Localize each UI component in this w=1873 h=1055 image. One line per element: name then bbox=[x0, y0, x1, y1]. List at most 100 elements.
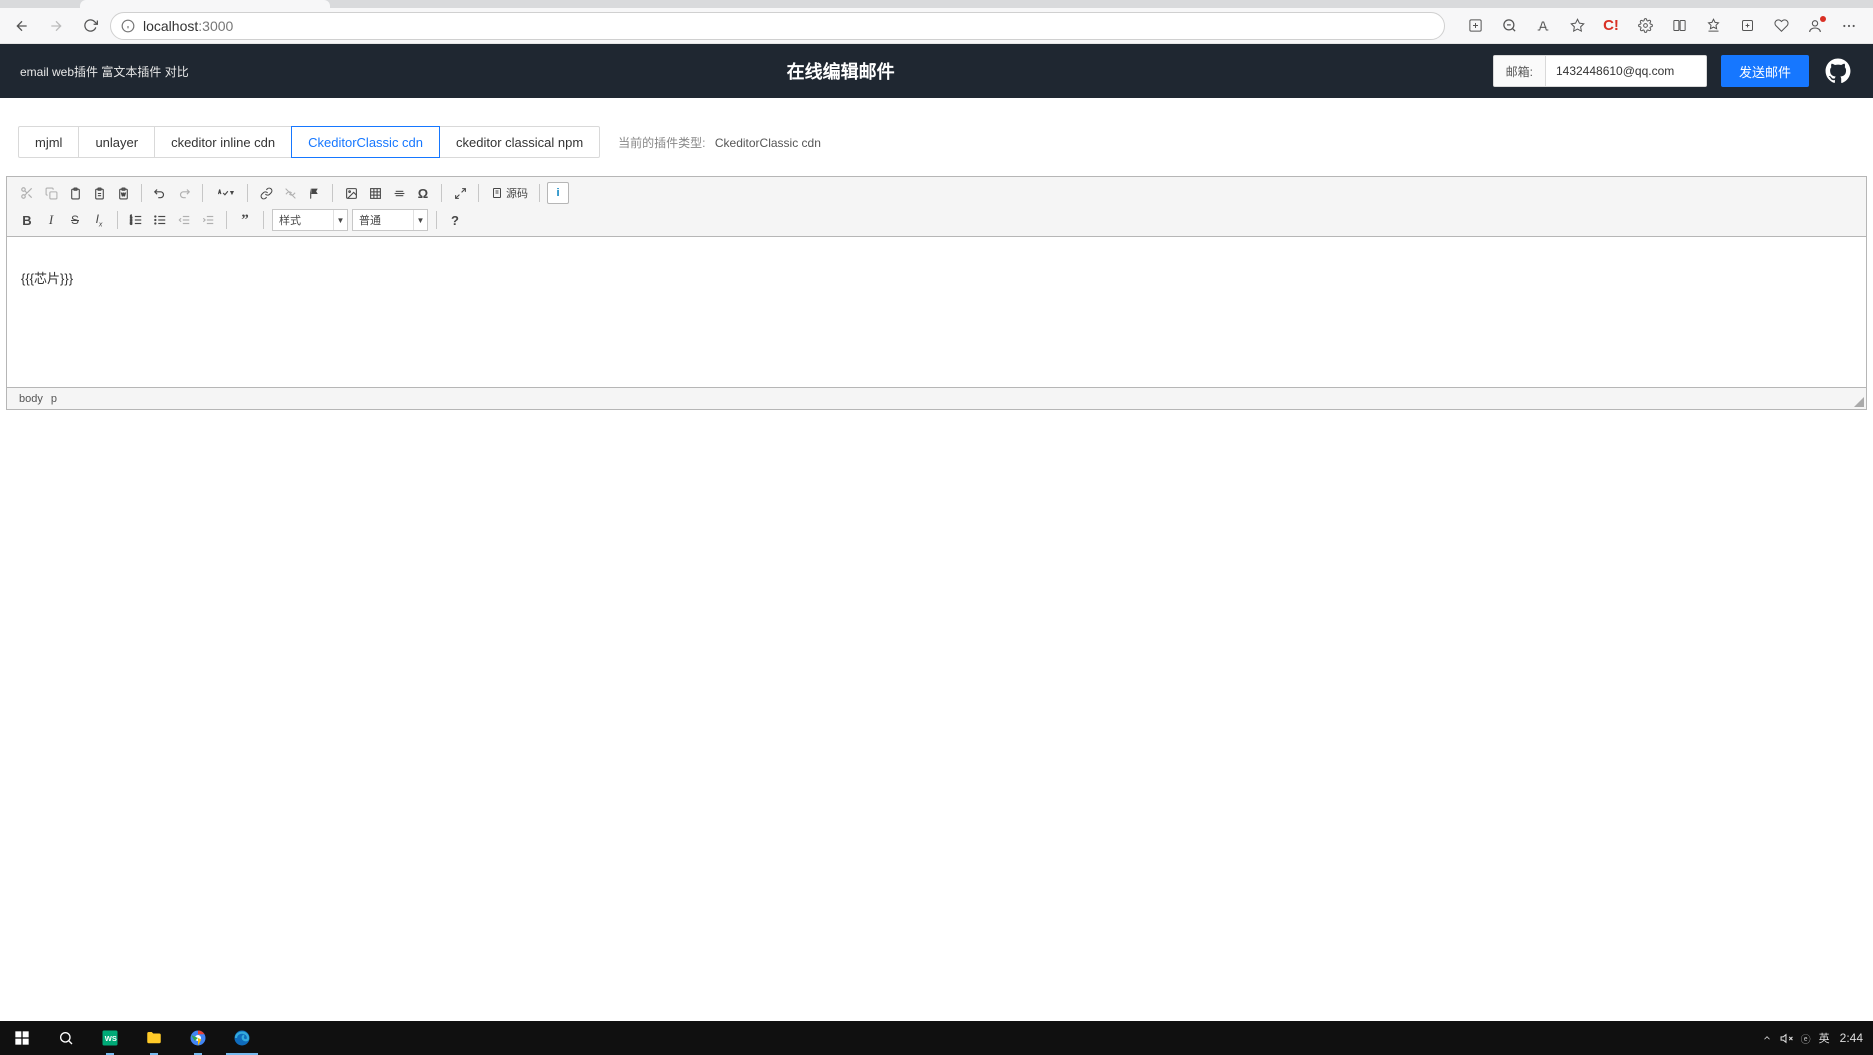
paste-text-icon[interactable] bbox=[88, 182, 110, 204]
profile-avatar-icon[interactable] bbox=[1799, 12, 1831, 40]
anchor-flag-icon[interactable] bbox=[303, 182, 325, 204]
read-aloud-icon[interactable] bbox=[1527, 12, 1559, 40]
taskbar-app-explorer[interactable] bbox=[132, 1021, 176, 1055]
content-paragraph: {{{芯片}}} bbox=[21, 268, 1852, 287]
app-header: email web插件 富文本插件 对比 在线编辑邮件 邮箱: 发送邮件 bbox=[0, 44, 1873, 98]
copy-icon bbox=[40, 182, 62, 204]
volume-muted-icon[interactable] bbox=[1780, 1032, 1793, 1045]
taskbar-clock[interactable]: 2:44 bbox=[1840, 1031, 1863, 1045]
split-screen-icon[interactable] bbox=[1663, 12, 1695, 40]
email-label: 邮箱: bbox=[1494, 56, 1546, 86]
github-link-icon[interactable] bbox=[1823, 56, 1853, 86]
plugin-radio-group: mjml unlayer ckeditor inline cdn Ckedito… bbox=[18, 126, 600, 158]
ime-indicator[interactable]: 英 bbox=[1819, 1030, 1830, 1046]
styles-combo[interactable]: 样式 ▼ bbox=[272, 209, 348, 231]
spellcheck-icon[interactable]: ▼ bbox=[210, 182, 240, 204]
paste-word-icon[interactable]: W bbox=[112, 182, 134, 204]
editor-content-area[interactable]: {{{芯片}}} bbox=[7, 237, 1866, 387]
plugin-option-ckeditor-classical-npm[interactable]: ckeditor classical npm bbox=[439, 126, 600, 158]
app-launcher-icon[interactable] bbox=[1459, 12, 1491, 40]
ckeditor-toolbar: W ▼ Ω bbox=[7, 177, 1866, 237]
undo-icon[interactable] bbox=[149, 182, 171, 204]
header-subtitle: email web插件 富文本插件 对比 bbox=[20, 63, 189, 80]
paste-icon[interactable] bbox=[64, 182, 86, 204]
extension-gear-icon[interactable] bbox=[1629, 12, 1661, 40]
nav-back-button[interactable] bbox=[8, 12, 36, 40]
taskbar-app-chrome[interactable] bbox=[176, 1021, 220, 1055]
browser-toolbar: localhost:3000 C! bbox=[0, 8, 1873, 44]
windows-taskbar: WS ⓔ 英 2:44 bbox=[0, 1021, 1873, 1055]
table-icon[interactable] bbox=[364, 182, 386, 204]
address-bar[interactable]: localhost:3000 bbox=[110, 12, 1445, 40]
send-email-button[interactable]: 发送邮件 bbox=[1721, 55, 1809, 87]
url-text: localhost:3000 bbox=[143, 18, 233, 34]
collections-icon[interactable] bbox=[1731, 12, 1763, 40]
numbered-list-icon[interactable]: 123 bbox=[125, 209, 147, 231]
source-doc-icon bbox=[490, 186, 504, 200]
editor-footer: body p bbox=[7, 387, 1866, 409]
svg-text:WS: WS bbox=[105, 1034, 117, 1043]
system-tray[interactable]: ⓔ 英 bbox=[1762, 1030, 1830, 1046]
header-actions: 邮箱: 发送邮件 bbox=[1493, 55, 1853, 87]
svg-text:3: 3 bbox=[130, 222, 132, 226]
heart-icon[interactable] bbox=[1765, 12, 1797, 40]
current-plugin-label: 当前的插件类型: bbox=[618, 136, 705, 150]
outdent-icon bbox=[173, 209, 195, 231]
bold-icon[interactable]: B bbox=[16, 209, 38, 231]
chevron-down-icon: ▼ bbox=[333, 210, 347, 230]
search-button[interactable] bbox=[44, 1021, 88, 1055]
special-char-icon[interactable]: Ω bbox=[412, 182, 434, 204]
svg-text:W: W bbox=[121, 192, 126, 197]
strike-icon[interactable]: S bbox=[64, 209, 86, 231]
bulleted-list-icon[interactable] bbox=[149, 209, 171, 231]
notification-dot-icon bbox=[1820, 16, 1826, 22]
styles-combo-label: 样式 bbox=[273, 212, 333, 228]
extension-c-icon[interactable]: C! bbox=[1595, 12, 1627, 40]
browser-tab-strip bbox=[0, 0, 1873, 8]
current-plugin-value: CkeditorClassic cdn bbox=[715, 136, 821, 150]
source-button[interactable]: 源码 bbox=[486, 182, 532, 204]
email-input-group: 邮箱: bbox=[1493, 55, 1707, 87]
horizontal-rule-icon[interactable] bbox=[388, 182, 410, 204]
current-plugin-info: 当前的插件类型: CkeditorClassic cdn bbox=[618, 134, 821, 151]
cut-icon bbox=[16, 182, 38, 204]
favorites-list-icon[interactable] bbox=[1697, 12, 1729, 40]
taskbar-app-webstorm[interactable]: WS bbox=[88, 1021, 132, 1055]
plugin-option-mjml[interactable]: mjml bbox=[18, 126, 79, 158]
link-icon[interactable] bbox=[255, 182, 277, 204]
header-title: 在线编辑邮件 bbox=[787, 58, 895, 84]
active-browser-tab[interactable] bbox=[80, 0, 330, 8]
remove-format-icon[interactable]: Ix bbox=[88, 209, 110, 231]
taskbar-left: WS bbox=[0, 1021, 264, 1055]
format-combo[interactable]: 普通 ▼ bbox=[352, 209, 428, 231]
redo-icon bbox=[173, 182, 195, 204]
zoom-out-icon[interactable] bbox=[1493, 12, 1525, 40]
italic-icon[interactable]: I bbox=[40, 209, 62, 231]
blockquote-icon[interactable]: ” bbox=[234, 209, 256, 231]
site-info-icon[interactable] bbox=[121, 19, 135, 33]
image-icon[interactable] bbox=[340, 182, 362, 204]
empty-area bbox=[0, 410, 1873, 1021]
nav-refresh-button[interactable] bbox=[76, 12, 104, 40]
email-input[interactable] bbox=[1546, 56, 1706, 86]
elements-path-body[interactable]: body bbox=[15, 393, 47, 405]
more-menu-icon[interactable] bbox=[1833, 12, 1865, 40]
unlink-icon bbox=[279, 182, 301, 204]
ckeditor-container: W ▼ Ω bbox=[6, 176, 1867, 410]
browser-actions: C! bbox=[1459, 12, 1865, 40]
about-icon[interactable]: i bbox=[547, 182, 569, 204]
plugin-option-unlayer[interactable]: unlayer bbox=[78, 126, 155, 158]
plugin-option-ckeditor-inline-cdn[interactable]: ckeditor inline cdn bbox=[154, 126, 292, 158]
resize-handle[interactable] bbox=[1854, 397, 1864, 407]
start-button[interactable] bbox=[0, 1021, 44, 1055]
maximize-icon[interactable] bbox=[449, 182, 471, 204]
network-icon[interactable]: ⓔ bbox=[1801, 1031, 1811, 1046]
favorite-star-icon[interactable] bbox=[1561, 12, 1593, 40]
help-icon[interactable]: ? bbox=[444, 209, 466, 231]
elements-path-p[interactable]: p bbox=[47, 393, 61, 405]
format-combo-label: 普通 bbox=[353, 212, 413, 228]
indent-icon bbox=[197, 209, 219, 231]
tray-chevron-up-icon[interactable] bbox=[1762, 1033, 1772, 1043]
taskbar-app-edge[interactable] bbox=[220, 1021, 264, 1055]
plugin-option-ckeditor-classic-cdn[interactable]: CkeditorClassic cdn bbox=[291, 126, 440, 158]
